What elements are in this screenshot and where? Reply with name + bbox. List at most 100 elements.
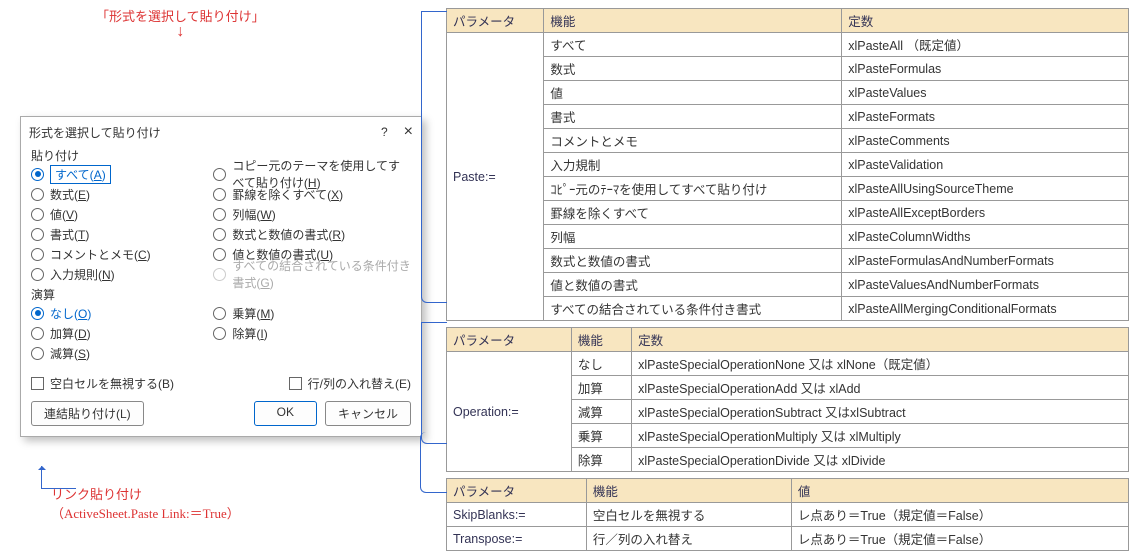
option-label: 数式(E) bbox=[50, 186, 90, 203]
cell: すべて bbox=[544, 33, 842, 57]
cell: xlPasteValidation bbox=[842, 153, 1129, 177]
option-label: 乗算(M) bbox=[232, 305, 274, 322]
cell: xlPasteAllUsingSourceTheme bbox=[842, 177, 1129, 201]
table-row: すべての結合されている条件付き書式xlPasteAllMergingCondit… bbox=[447, 297, 1129, 321]
table-row: Transpose:=行／列の入れ替えレ点あり＝True（規定値＝False） bbox=[447, 527, 1129, 551]
table-row: Paste:=すべてxlPasteAll （既定値） bbox=[447, 33, 1129, 57]
param-cell: SkipBlanks:= bbox=[447, 503, 587, 527]
cell: xlPasteFormulasAndNumberFormats bbox=[842, 249, 1129, 273]
radio-option[interactable]: 値(V) bbox=[31, 204, 213, 224]
option-label: 罫線を除くすべて(X) bbox=[232, 186, 343, 203]
skipblank-checkbox[interactable]: 空白セルを無視する(B) bbox=[31, 373, 174, 393]
cancel-button[interactable]: キャンセル bbox=[325, 401, 411, 426]
annotation-bottom: リンク貼り付け （ActiveSheet.Paste Link:＝True） bbox=[51, 484, 240, 522]
cell: 除算 bbox=[571, 448, 631, 472]
cell: レ点あり＝True（規定値＝False） bbox=[791, 527, 1128, 551]
cell: 罫線を除くすべて bbox=[544, 201, 842, 225]
option-label: すべての結合されている条件付き書式(G) bbox=[232, 257, 411, 291]
radio-option[interactable]: 列幅(W) bbox=[213, 204, 411, 224]
connector-line bbox=[420, 432, 447, 493]
table-row: 書式xlPasteFormats bbox=[447, 105, 1129, 129]
cell: xlPasteSpecialOperationNone 又は xlNone（既定… bbox=[632, 352, 1129, 376]
paste-special-dialog: 形式を選択して貼り付け ? × 貼り付け すべて(A)数式(E)値(V)書式(T… bbox=[20, 116, 422, 437]
param-cell: Operation:= bbox=[447, 352, 572, 472]
connector-line bbox=[421, 322, 447, 444]
cell: xlPasteFormulas bbox=[842, 57, 1129, 81]
radio-option[interactable]: 数式(E) bbox=[31, 184, 213, 204]
radio-option[interactable]: 入力規則(N) bbox=[31, 264, 213, 284]
option-label: 列幅(W) bbox=[232, 206, 275, 223]
table-row: 入力規制xlPasteValidation bbox=[447, 153, 1129, 177]
option-label: なし(O) bbox=[50, 305, 91, 322]
col-header: パラメータ bbox=[447, 479, 587, 503]
table-row: 列幅xlPasteColumnWidths bbox=[447, 225, 1129, 249]
radio-option[interactable]: コピー元のテーマを使用してすべて貼り付け(H) bbox=[213, 164, 411, 184]
cell: xlPasteSpecialOperationMultiply 又は xlMul… bbox=[632, 424, 1129, 448]
table-row: 数式と数値の書式xlPasteFormulasAndNumberFormats bbox=[447, 249, 1129, 273]
cell: レ点あり＝True（規定値＝False） bbox=[791, 503, 1128, 527]
option-label: 書式(T) bbox=[50, 226, 89, 243]
ok-button[interactable]: OK bbox=[254, 401, 317, 426]
checkbox-icon bbox=[31, 377, 44, 390]
radio-icon bbox=[213, 248, 226, 261]
radio-option[interactable]: すべて(A) bbox=[31, 164, 213, 184]
radio-option[interactable]: 乗算(M) bbox=[213, 303, 411, 323]
table-row: 罫線を除くすべてxlPasteAllExceptBorders bbox=[447, 201, 1129, 225]
option-label: 入力規則(N) bbox=[50, 266, 115, 283]
param-cell: Paste:= bbox=[447, 33, 544, 321]
col-header: 値 bbox=[791, 479, 1128, 503]
cell: 書式 bbox=[544, 105, 842, 129]
radio-icon bbox=[213, 208, 226, 221]
table-row: SkipBlanks:=空白セルを無視するレ点あり＝True（規定値＝False… bbox=[447, 503, 1129, 527]
option-label: 加算(D) bbox=[50, 325, 91, 342]
cell: 数式 bbox=[544, 57, 842, 81]
cell: xlPasteSpecialOperationAdd 又は xlAdd bbox=[632, 376, 1129, 400]
option-label: 数式と数値の書式(R) bbox=[232, 226, 345, 243]
radio-option[interactable]: コメントとメモ(C) bbox=[31, 244, 213, 264]
cell: xlPasteColumnWidths bbox=[842, 225, 1129, 249]
radio-icon bbox=[213, 268, 226, 281]
cell: 列幅 bbox=[544, 225, 842, 249]
col-header: 機能 bbox=[571, 328, 631, 352]
dialog-title: 形式を選択して貼り付け bbox=[29, 124, 161, 141]
radio-option[interactable]: 除算(I) bbox=[213, 323, 411, 343]
operation-table: パラメータ 機能 定数 Operation:=なしxlPasteSpecialO… bbox=[446, 327, 1129, 472]
param-cell: Transpose:= bbox=[447, 527, 587, 551]
radio-option[interactable]: 減算(S) bbox=[31, 343, 213, 363]
radio-icon bbox=[31, 248, 44, 261]
table-row: 値xlPasteValues bbox=[447, 81, 1129, 105]
table-row: 数式xlPasteFormulas bbox=[447, 57, 1129, 81]
option-label: 減算(S) bbox=[50, 345, 90, 362]
radio-icon bbox=[31, 188, 44, 201]
radio-icon bbox=[31, 268, 44, 281]
table-row: 値と数値の書式xlPasteValuesAndNumberFormats bbox=[447, 273, 1129, 297]
help-icon[interactable]: ? bbox=[381, 125, 388, 139]
table-row: コメントとメモxlPasteComments bbox=[447, 129, 1129, 153]
arrow-down-icon: ↓ bbox=[96, 27, 265, 37]
radio-icon bbox=[213, 188, 226, 201]
skipblank-label: 空白セルを無視する(B) bbox=[50, 375, 174, 392]
cell: xlPasteSpecialOperationDivide 又は xlDivid… bbox=[632, 448, 1129, 472]
checkbox-icon bbox=[289, 377, 302, 390]
radio-icon bbox=[213, 327, 226, 340]
cell: xlPasteSpecialOperationSubtract 又はxlSubt… bbox=[632, 400, 1129, 424]
other-table: パラメータ 機能 値 SkipBlanks:=空白セルを無視するレ点あり＝Tru… bbox=[446, 478, 1129, 551]
close-icon[interactable]: × bbox=[404, 123, 413, 141]
radio-option[interactable]: 加算(D) bbox=[31, 323, 213, 343]
col-header: パラメータ bbox=[447, 9, 544, 33]
radio-icon bbox=[31, 327, 44, 340]
cell: すべての結合されている条件付き書式 bbox=[544, 297, 842, 321]
col-header: 機能 bbox=[586, 479, 791, 503]
radio-icon bbox=[31, 307, 44, 320]
link-paste-button[interactable]: 連結貼り付け(L) bbox=[31, 401, 144, 426]
radio-icon bbox=[31, 228, 44, 241]
radio-option[interactable]: 数式と数値の書式(R) bbox=[213, 224, 411, 244]
radio-icon bbox=[31, 208, 44, 221]
radio-option[interactable]: 書式(T) bbox=[31, 224, 213, 244]
transpose-checkbox[interactable]: 行/列の入れ替え(E) bbox=[289, 373, 411, 393]
option-label: 除算(I) bbox=[232, 325, 267, 342]
paste-options: すべて(A) 数式(E)値(V) 書式(T)コメントとメモ(C) 入力規則(N) コピ… bbox=[21, 164, 421, 284]
radio-option[interactable]: なし(O) bbox=[31, 303, 213, 323]
cell: 値 bbox=[544, 81, 842, 105]
transpose-label: 行/列の入れ替え(E) bbox=[308, 375, 411, 392]
